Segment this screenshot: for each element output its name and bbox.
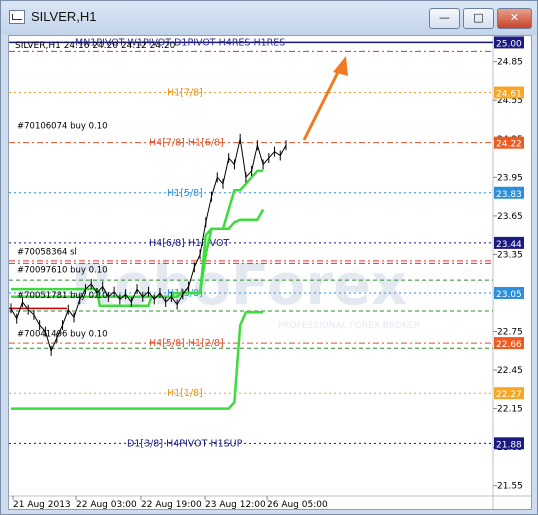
- chart-window-icon: [9, 10, 25, 24]
- y-tick-label: 22.75: [497, 328, 523, 338]
- price-badge-text: 21.88: [496, 440, 522, 450]
- order-label: #70041496 buy 0.10: [17, 330, 108, 340]
- window-title: SILVER,H1: [31, 9, 97, 24]
- maximize-button[interactable]: □: [463, 8, 494, 29]
- level-label: H1[7/8]: [167, 88, 203, 99]
- price-badge-text: 22.66: [496, 340, 522, 350]
- price-badge-text: 24.61: [496, 90, 522, 100]
- title-bar[interactable]: SILVER,H1 — □ ✕: [1, 1, 537, 35]
- watermark: RoboForex: [71, 253, 407, 318]
- order-label: #70051781 buy 0.10: [17, 291, 108, 301]
- x-tick-label: 26 Aug 05:00: [267, 500, 328, 509]
- price-badge-text: 22.27: [496, 390, 522, 400]
- price-badge-text: 24.22: [496, 140, 522, 150]
- minimize-button[interactable]: —: [429, 8, 460, 29]
- watermark-subtitle: PROFESSIONAL FOREX BROKER: [278, 321, 420, 331]
- price-badge-text: 23.44: [496, 240, 522, 250]
- y-tick-label: 23.35: [497, 250, 523, 260]
- x-tick-label: 21 Aug 2013: [13, 500, 71, 509]
- x-tick-label: 22 Aug 03:00: [76, 500, 137, 509]
- y-tick-label: 21.55: [497, 482, 523, 492]
- chart-area[interactable]: RoboForex PROFESSIONAL FOREX BROKER MN1PI…: [8, 35, 532, 510]
- level-label: H4[5/8] H1[2/8]: [149, 338, 224, 349]
- x-tick-label: 23 Aug 12:00: [205, 500, 266, 509]
- y-tick-label: 22.15: [497, 405, 523, 415]
- price-chart[interactable]: RoboForexPROFESSIONAL FOREX BROKER MN1PI…: [9, 36, 531, 510]
- y-tick-label: 22.45: [497, 366, 523, 376]
- chart-header: SILVER,H1 24.16 24.20 24.12 24.20: [15, 41, 176, 51]
- order-label: #70058364 sl: [17, 247, 77, 257]
- order-label: #70106074 buy 0.10: [17, 121, 108, 131]
- price-badge-text: 23.83: [496, 190, 522, 200]
- y-tick-label: 23.95: [497, 173, 523, 183]
- price-badge-text: 25.00: [496, 39, 522, 49]
- y-tick-label: 23.65: [497, 212, 523, 222]
- order-label: #70097610 buy 0.10: [17, 265, 108, 275]
- y-tick-label: 24.85: [497, 58, 523, 68]
- level-label: H4[7/8] H1[6/8]: [149, 138, 224, 149]
- level-label: H4[6/8] H1PIVOT: [149, 238, 229, 249]
- level-label: D1[3/8] H4PIVOT H1SUP: [127, 438, 243, 449]
- level-label: H1[1/8]: [167, 388, 203, 399]
- close-button[interactable]: ✕: [497, 8, 532, 29]
- level-label: H1[5/8]: [167, 188, 203, 199]
- price-badge-text: 23.05: [496, 290, 522, 300]
- terminal-window: SILVER,H1 — □ ✕ RoboForex PROFESSIONAL FO…: [0, 0, 538, 515]
- x-tick-label: 22 Aug 19:00: [141, 500, 202, 509]
